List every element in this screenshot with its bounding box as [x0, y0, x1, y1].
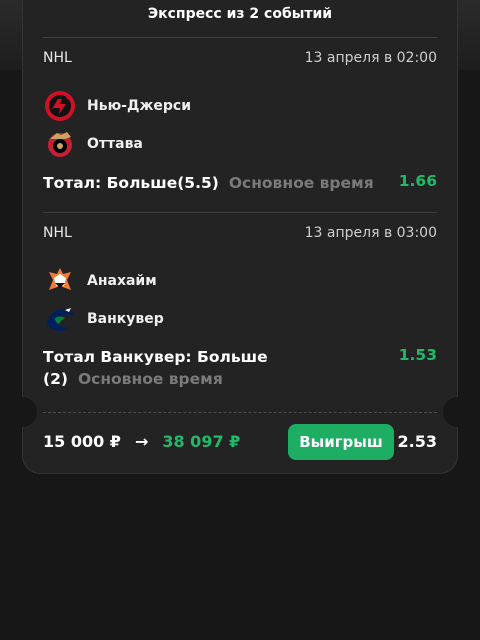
- senators-logo-icon: [43, 127, 77, 161]
- arrow-right-icon: →: [134, 432, 149, 451]
- canucks-logo-icon: [43, 302, 77, 336]
- event-2-datetime: 13 апреля в 03:00: [304, 225, 437, 241]
- event-2-team-away: Ванкувер: [43, 302, 164, 336]
- team-name: Анахайм: [87, 273, 157, 289]
- bet-market: Тотал: Больше(5.5): [43, 174, 219, 192]
- express-bet-card[interactable]: Экспресс из 2 событий NHL 13 апреля в 02…: [7, 0, 473, 474]
- team-name: Нью-Джерси: [87, 98, 192, 114]
- event-2-team-home: Анахайм: [43, 264, 157, 298]
- team-name: Оттава: [87, 136, 143, 152]
- ticket-notch-left: [7, 397, 37, 427]
- event-2-league: NHL: [43, 225, 72, 241]
- ticket-notch-right: [443, 397, 473, 427]
- stake-amount: 15 000 ₽: [43, 432, 121, 451]
- ducks-logo-icon: [43, 264, 77, 298]
- divider: [43, 37, 437, 38]
- bet-period: Основное время: [77, 370, 223, 388]
- event-1-odds: 1.66: [398, 172, 437, 190]
- event-1-bet: Тотал: Больше(5.5) Основное время: [43, 172, 437, 194]
- event-2-odds: 1.53: [398, 346, 437, 364]
- event-1-team-away: Оттава: [43, 127, 143, 161]
- event-2-bet: Тотал Ванкувер: Больше (2) Основное время: [43, 346, 387, 390]
- bet-period: Основное время: [228, 174, 374, 192]
- dashed-separator: [43, 412, 437, 413]
- payout-amount: 38 097 ₽: [162, 432, 241, 451]
- divider: [43, 212, 437, 213]
- event-1-league: NHL: [43, 50, 72, 66]
- event-1-datetime: 13 апреля в 02:00: [304, 50, 437, 66]
- win-status-button[interactable]: Выигрыш: [288, 424, 394, 460]
- team-name: Ванкувер: [87, 311, 164, 327]
- event-1-team-home: Нью-Джерси: [43, 89, 191, 123]
- stake-summary: 15 000 ₽ → 38 097 ₽: [43, 432, 240, 451]
- card-title: Экспресс из 2 событий: [147, 6, 333, 22]
- total-odds: 2.53: [397, 432, 437, 451]
- devils-logo-icon: [43, 89, 77, 123]
